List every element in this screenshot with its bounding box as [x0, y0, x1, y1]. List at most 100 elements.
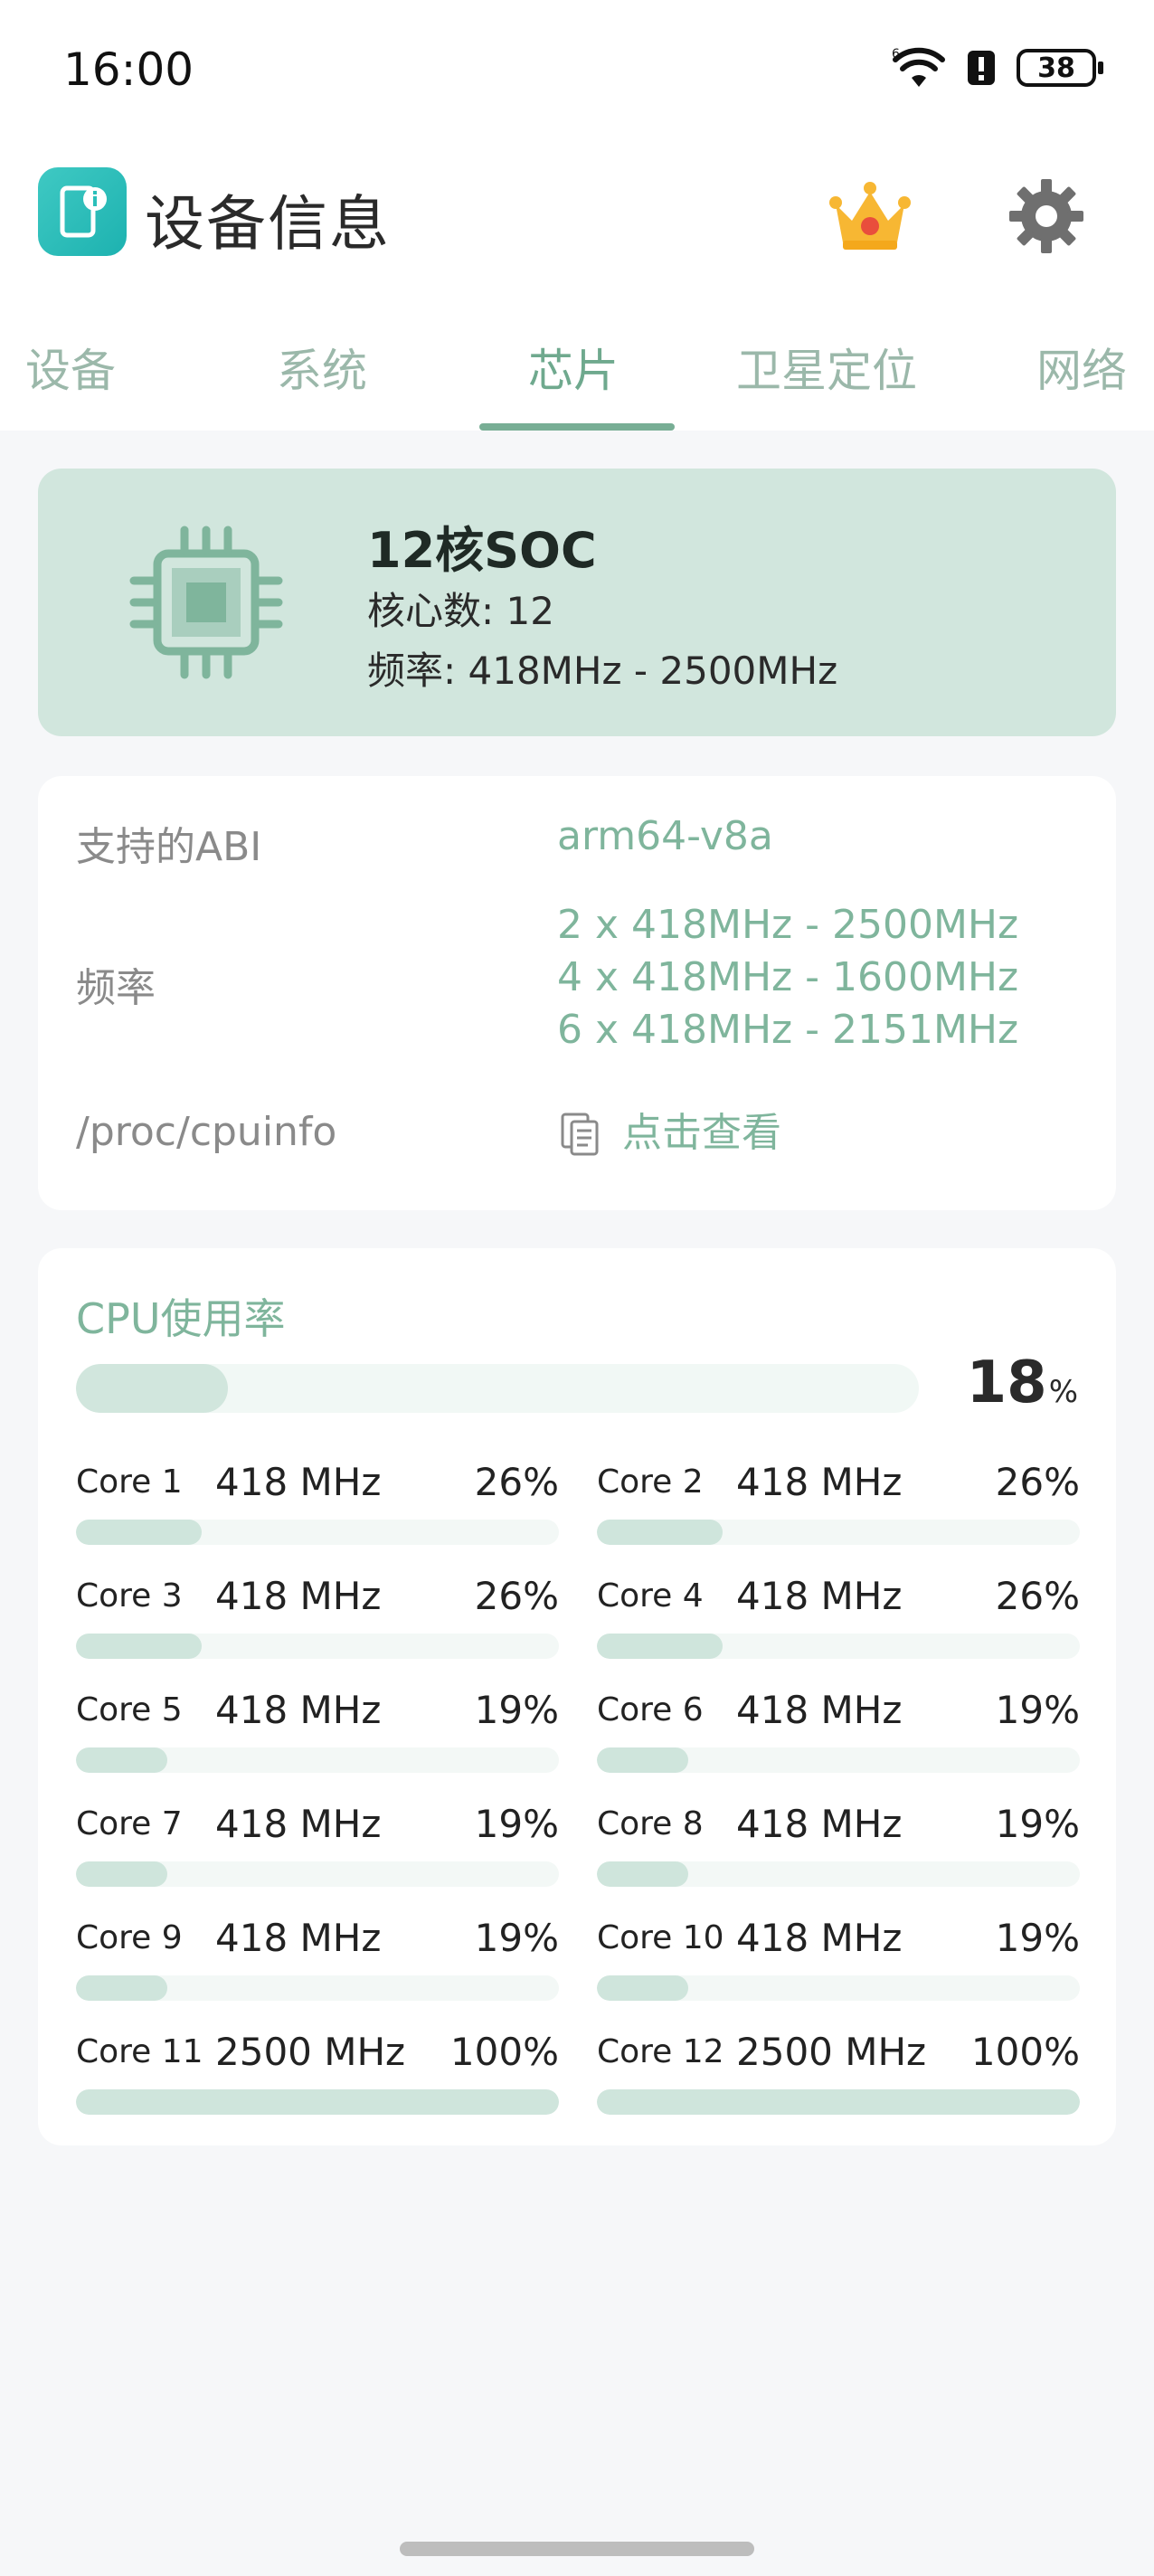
total-usage-percent: 18% — [967, 1350, 1078, 1416]
core-percent: 19% — [995, 1688, 1080, 1732]
core-name: Core 1 — [76, 1463, 183, 1501]
core-item: Core 3 418 MHz 26% — [76, 1574, 559, 1668]
core-frequency: 418 MHz — [736, 1574, 903, 1618]
core-percent: 100% — [449, 2030, 559, 2074]
core-usage-bar — [76, 1975, 559, 2001]
core-usage-bar — [597, 1520, 1080, 1545]
core-name: Core 3 — [76, 1577, 183, 1615]
core-item: Core 6 418 MHz 19% — [597, 1688, 1080, 1782]
core-usage-fill — [76, 1634, 202, 1659]
app-header: 设备信息 — [0, 145, 1154, 298]
soc-cores: 核心数: 12 — [367, 589, 554, 633]
core-usage-fill — [597, 2089, 1080, 2115]
frequency-cluster-3: 6 x 418MHz - 2151MHz — [557, 1007, 1019, 1053]
core-item: Core 11 2500 MHz 100% — [76, 2030, 559, 2124]
core-usage-bar — [597, 1747, 1080, 1773]
core-item: Core 5 418 MHz 19% — [76, 1688, 559, 1782]
core-name: Core 12 — [597, 2033, 724, 2070]
frequency-label: 频率 — [76, 965, 156, 1011]
core-frequency: 2500 MHz — [215, 2030, 406, 2074]
tab-gnss[interactable]: 卫星定位 — [736, 335, 917, 400]
alert-icon — [966, 49, 997, 87]
core-usage-bar — [76, 1634, 559, 1659]
document-icon[interactable] — [559, 1111, 602, 1163]
core-percent: 26% — [995, 1574, 1080, 1618]
core-usage-bar — [76, 1861, 559, 1887]
status-icons: 6 38 — [892, 47, 1103, 89]
home-indicator[interactable] — [400, 2542, 754, 2556]
tab-chip[interactable]: 芯片 — [528, 335, 619, 400]
core-name: Core 8 — [597, 1805, 704, 1842]
core-frequency: 418 MHz — [736, 1916, 903, 1960]
total-usage-fill — [76, 1364, 228, 1413]
frequency-cluster-2: 4 x 418MHz - 1600MHz — [557, 954, 1019, 1000]
tab-bar: 设备 系统 芯片 卫星定位 网络 — [0, 298, 1154, 431]
core-usage-fill — [597, 1634, 723, 1659]
core-usage-fill — [76, 1861, 168, 1887]
cpuinfo-view-link[interactable]: 点击查看 — [622, 1107, 781, 1160]
core-usage-fill — [597, 1520, 723, 1545]
battery-icon: 38 — [1017, 49, 1103, 87]
status-bar: 16:00 6 38 — [0, 0, 1154, 145]
crown-icon[interactable] — [825, 175, 915, 260]
core-item: Core 1 418 MHz 26% — [76, 1460, 559, 1554]
core-name: Core 5 — [76, 1691, 183, 1728]
battery-level: 38 — [1037, 52, 1075, 84]
core-item: Core 8 418 MHz 19% — [597, 1802, 1080, 1896]
core-name: Core 9 — [76, 1919, 183, 1956]
wifi-icon: 6 — [892, 47, 946, 89]
core-usage-bar — [597, 2089, 1080, 2115]
app-title: 设备信息 — [145, 189, 391, 259]
tab-device[interactable]: 设备 — [25, 335, 116, 400]
total-usage-value: 18 — [966, 1350, 1047, 1416]
core-usage-fill — [76, 2089, 559, 2115]
tab-indicator — [479, 423, 675, 431]
total-usage-unit: % — [1048, 1374, 1078, 1410]
core-frequency: 2500 MHz — [736, 2030, 927, 2074]
cpuinfo-label: /proc/cpuinfo — [76, 1109, 337, 1155]
gear-icon[interactable] — [1006, 175, 1087, 260]
tab-system[interactable]: 系统 — [277, 335, 367, 400]
soc-frequency: 频率: 418MHz - 2500MHz — [367, 649, 838, 693]
core-frequency: 418 MHz — [215, 1916, 382, 1960]
abi-value: arm64-v8a — [557, 813, 773, 859]
core-name: Core 10 — [597, 1919, 724, 1956]
core-percent: 19% — [995, 1916, 1080, 1960]
core-item: Core 12 2500 MHz 100% — [597, 2030, 1080, 2124]
core-percent: 19% — [474, 1688, 559, 1732]
soc-title: 12核SOC — [367, 522, 597, 579]
core-name: Core 4 — [597, 1577, 704, 1615]
core-name: Core 11 — [76, 2033, 203, 2070]
soc-card: 12核SOC 核心数: 12 频率: 418MHz - 2500MHz — [38, 469, 1116, 736]
cpu-usage-card: CPU使用率 18% Core 1 418 MHz 26% Core 2 418 MHz… — [38, 1248, 1116, 2145]
core-frequency: 418 MHz — [215, 1688, 382, 1732]
core-usage-fill — [76, 1975, 168, 2001]
core-percent: 26% — [474, 1460, 559, 1504]
core-percent: 26% — [474, 1574, 559, 1618]
core-item: Core 9 418 MHz 19% — [76, 1916, 559, 2010]
device-info-icon — [38, 167, 127, 256]
core-frequency: 418 MHz — [215, 1574, 382, 1618]
tab-network[interactable]: 网络 — [1036, 335, 1127, 400]
svg-text:6: 6 — [892, 47, 900, 62]
core-usage-bar — [76, 2089, 559, 2115]
core-frequency: 418 MHz — [215, 1460, 382, 1504]
core-frequency: 418 MHz — [736, 1688, 903, 1732]
core-usage-bar — [597, 1975, 1080, 2001]
core-usage-bar — [76, 1520, 559, 1545]
core-frequency: 418 MHz — [736, 1460, 903, 1504]
core-item: Core 4 418 MHz 26% — [597, 1574, 1080, 1668]
total-usage-bar — [76, 1364, 919, 1413]
status-time: 16:00 — [63, 43, 194, 96]
frequency-cluster-1: 2 x 418MHz - 2500MHz — [557, 902, 1019, 948]
core-percent: 19% — [474, 1802, 559, 1846]
core-name: Core 2 — [597, 1463, 704, 1501]
core-percent: 19% — [474, 1916, 559, 1960]
abi-label: 支持的ABI — [76, 824, 262, 870]
core-percent: 100% — [970, 2030, 1080, 2074]
core-usage-fill — [597, 1747, 689, 1773]
core-frequency: 418 MHz — [736, 1802, 903, 1846]
core-usage-bar — [597, 1634, 1080, 1659]
cpu-usage-title: CPU使用率 — [76, 1294, 286, 1343]
core-frequency: 418 MHz — [215, 1802, 382, 1846]
